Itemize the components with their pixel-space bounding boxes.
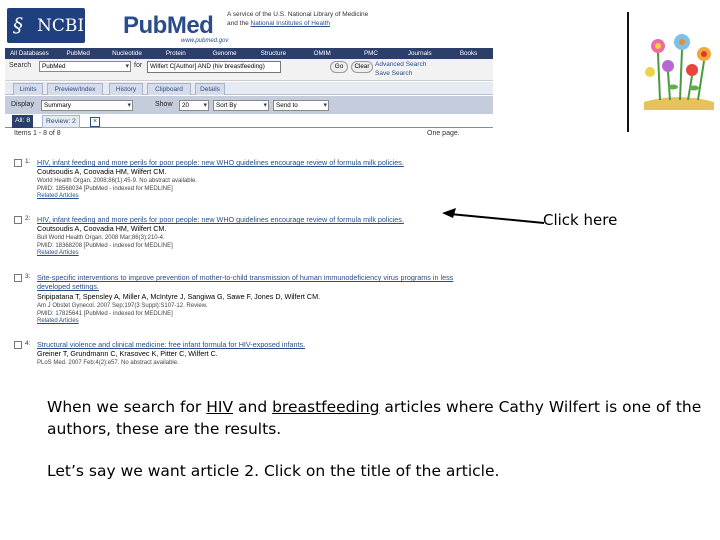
save-search-link[interactable]: Save Search <box>375 69 426 78</box>
ncbi-logo[interactable]: § NCBI <box>7 8 85 43</box>
divider-line <box>627 12 629 132</box>
result-pmid: PMID: 18368208 [PubMed - indexed for MED… <box>37 243 173 249</box>
result-authors: Sripipatana T, Spensley A, Miller A, McI… <box>37 292 321 301</box>
db-protein[interactable]: Protein <box>151 48 200 59</box>
result-source: Am J Obstet Gynecol. 2007 Sep;197(3 Supp… <box>37 303 208 309</box>
result-pmid: PMID: 18568034 [PubMed - indexed for MED… <box>37 186 173 192</box>
helix-icon: § <box>13 13 23 37</box>
tab-all-results[interactable]: All: 8 <box>12 115 34 128</box>
pointer-arrow <box>442 208 545 224</box>
arrow-head <box>442 208 456 218</box>
clear-button[interactable]: Clear <box>351 61 373 73</box>
flower-yellow <box>645 67 655 77</box>
result-title-link[interactable]: HIV, infant feeding and more perils for … <box>37 215 475 224</box>
result-number: 3: <box>25 273 31 280</box>
result-source: World Health Organ. 2008;86(1):45-9. No … <box>37 178 197 184</box>
pubmed-url: www.pubmed.gov <box>181 38 229 44</box>
instruction-caption-2: Let’s say we want article 2. Click on th… <box>47 462 500 480</box>
ncbi-logo-text: NCBI <box>37 16 85 36</box>
display-label: Display <box>11 101 34 108</box>
tab-clipboard[interactable]: Clipboard <box>147 83 191 95</box>
database-bar: All Databases PubMed Nucleotide Protein … <box>5 48 493 59</box>
leaf-shape <box>689 85 699 91</box>
caption-part: and <box>233 398 273 416</box>
flower-red <box>686 64 698 76</box>
pubmed-header: § NCBI PubMed www.pubmed.gov A service o… <box>5 6 493 46</box>
flower-center <box>655 43 661 49</box>
result-filter-tabs: All: 8 Review: 2 × <box>5 114 493 128</box>
caption-part: When we search for <box>47 398 207 416</box>
nih-link[interactable]: National Institutes of Health <box>251 20 331 27</box>
related-articles-link[interactable]: Related Articles <box>37 250 79 256</box>
db-structure[interactable]: Structure <box>249 48 298 59</box>
result-source: Bull World Health Organ. 2008 Mar;86(3):… <box>37 235 165 241</box>
flower-center <box>679 39 685 45</box>
service-line1: A service of the U.S. National Library o… <box>227 11 369 18</box>
result-number: 4: <box>25 340 31 347</box>
tab-history[interactable]: History <box>109 83 143 95</box>
result-checkbox[interactable] <box>14 341 22 349</box>
caption-breastfeeding: breastfeeding <box>272 398 380 416</box>
db-nucleotide[interactable]: Nucleotide <box>103 48 152 59</box>
db-omim[interactable]: OMIM <box>298 48 347 59</box>
display-select[interactable]: Summary <box>41 100 133 111</box>
display-row: Display Summary Show 20 Sort By Send to <box>5 96 493 114</box>
click-here-callout: Click here <box>543 211 618 229</box>
result-authors: Greiner T, Grundmann C, Krasovec K, Pitt… <box>37 349 218 358</box>
db-books[interactable]: Books <box>444 48 493 59</box>
pubmed-logo[interactable]: PubMed <box>123 12 214 40</box>
leaf-shape <box>668 84 678 90</box>
db-genome[interactable]: Genome <box>200 48 249 59</box>
sort-select[interactable]: Sort By <box>213 100 269 111</box>
tab-review-results[interactable]: Review: 2 <box>42 115 80 128</box>
database-select[interactable]: PubMed <box>39 61 131 72</box>
search-label: Search <box>9 62 32 69</box>
service-line2-prefix: and the <box>227 20 251 27</box>
result-title-link[interactable]: HIV, infant feeding and more perils for … <box>37 158 475 167</box>
flower-purple <box>662 60 674 72</box>
search-input[interactable]: Wilfert C[Author] AND (hiv breastfeeding… <box>147 61 281 73</box>
feature-tabs: Limits Preview/Index History Clipboard D… <box>5 82 493 95</box>
tab-preview-index[interactable]: Preview/Index <box>47 83 103 95</box>
db-pubmed[interactable]: PubMed <box>54 48 103 59</box>
for-label: for <box>134 62 143 69</box>
ground-shape <box>644 97 714 110</box>
flower-center <box>701 51 707 57</box>
search-links: Advanced Search Save Search <box>375 60 426 78</box>
caption-hiv: HIV <box>206 398 234 416</box>
close-tab-icon[interactable]: × <box>90 117 100 127</box>
related-articles-link[interactable]: Related Articles <box>37 318 79 324</box>
db-all[interactable]: All Databases <box>5 48 54 59</box>
result-authors: Coutsoudis A, Coovadia HM, Wilfert CM. <box>37 224 167 233</box>
result-checkbox[interactable] <box>14 159 22 167</box>
pubmed-screenshot: § NCBI PubMed www.pubmed.gov A service o… <box>5 6 493 378</box>
result-pmid: PMID: 17825641 [PubMed - indexed for MED… <box>37 311 173 317</box>
instruction-caption: When we search for HIV and breastfeeding… <box>47 396 717 440</box>
tab-limits[interactable]: Limits <box>13 83 43 95</box>
tab-details[interactable]: Details <box>195 83 225 95</box>
result-authors: Coutsoudis A, Coovadia HM, Wilfert CM. <box>37 167 167 176</box>
one-page-label: One page. <box>427 130 460 137</box>
result-title-link[interactable]: Site-specific interventions to improve p… <box>37 273 475 291</box>
flower-clipart <box>644 34 714 110</box>
related-articles-link[interactable]: Related Articles <box>37 193 79 199</box>
show-label: Show <box>155 101 173 108</box>
flower-stems <box>657 49 705 101</box>
result-checkbox[interactable] <box>14 216 22 224</box>
result-title-link[interactable]: Structural violence and clinical medicin… <box>37 340 475 349</box>
result-source: PLoS Med. 2007 Feb;4(2):e57. No abstract… <box>37 360 179 366</box>
advanced-search-link[interactable]: Advanced Search <box>375 60 426 69</box>
service-note: A service of the U.S. National Library o… <box>227 10 387 28</box>
send-to-select[interactable]: Send to <box>273 100 329 111</box>
result-number: 2: <box>25 215 31 222</box>
search-row: Search PubMed for Wilfert C[Author] AND … <box>5 59 493 81</box>
result-checkbox[interactable] <box>14 274 22 282</box>
show-select[interactable]: 20 <box>179 100 209 111</box>
result-number: 1: <box>25 158 31 165</box>
arrow-shaft <box>449 213 545 224</box>
db-pmc[interactable]: PMC <box>347 48 396 59</box>
go-button[interactable]: Go <box>330 61 348 73</box>
db-journals[interactable]: Journals <box>395 48 444 59</box>
items-count: Items 1 - 8 of 8 <box>14 130 61 137</box>
